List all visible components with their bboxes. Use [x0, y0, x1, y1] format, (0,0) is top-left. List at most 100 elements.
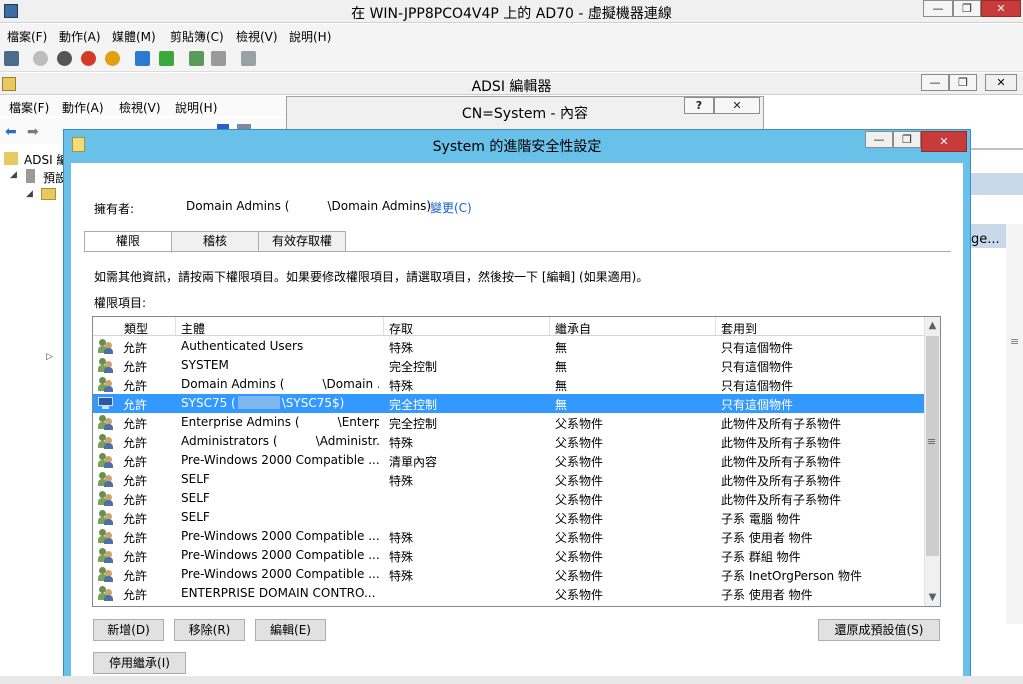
expand-arrow-icon[interactable]: ◢ — [26, 189, 33, 199]
resume-icon[interactable] — [159, 51, 174, 66]
cell-inherited: 父系物件 — [555, 569, 604, 583]
revert-icon[interactable] — [211, 51, 226, 66]
dialog-minimize-button[interactable]: — — [865, 131, 893, 148]
enhanced-session-icon[interactable] — [241, 51, 256, 66]
instructions-text: 如需其他資訊，請按兩下權限項目。如果要修改權限項目，請選取項目，然後按一下 [編… — [94, 270, 649, 284]
table-row[interactable]: 允許 Enterprise Admins ( \Enterp... 完全控制 父… — [93, 413, 924, 432]
vm-menu-help[interactable]: 說明(H) — [289, 28, 331, 45]
cell-applies-to: 只有這個物件 — [721, 360, 794, 374]
cell-access: 特殊 — [389, 550, 414, 564]
list-item[interactable] — [971, 173, 1023, 195]
cell-type: 允許 — [123, 379, 148, 393]
tab-auditing[interactable]: 稽核 — [171, 231, 259, 252]
column-header-access[interactable]: 存取 — [389, 320, 413, 337]
permission-entries-list[interactable]: 類型 主體 存取 繼承自 套用到 允許 Authenticated Users … — [92, 316, 941, 607]
adsi-menu-view[interactable]: 檢視(V) — [119, 99, 161, 116]
cell-principal: SYSTEM — [181, 358, 229, 372]
table-row[interactable]: 允許 Pre-Windows 2000 Compatible ... 特殊 父系… — [93, 546, 924, 565]
collapsed-arrow-icon[interactable]: ▷ — [46, 352, 53, 362]
table-row[interactable]: 允許 Domain Admins ( \Domain ... 特殊 無 只有這個… — [93, 375, 924, 394]
cell-type: 允許 — [123, 493, 148, 507]
vm-menu-media[interactable]: 媒體(M) — [112, 28, 156, 45]
table-row-selected[interactable]: 允許 SYSC75 (\SYSC75$) 完全控制 無 只有這個物件 — [93, 394, 924, 413]
vm-close-button[interactable]: ✕ — [981, 0, 1021, 17]
table-row[interactable]: 允許 Pre-Windows 2000 Compatible ... 清單內容 … — [93, 451, 924, 470]
adsi-maximize-button[interactable]: ❐ — [949, 74, 977, 91]
cell-access: 特殊 — [389, 531, 414, 545]
tab-effective-access[interactable]: 有效存取權 — [258, 231, 346, 252]
user-group-icon — [98, 491, 114, 506]
owner-value: Domain Admins ( \Domain Admins) — [186, 199, 432, 213]
cell-applies-to: 子系 InetOrgPerson 物件 — [721, 569, 862, 583]
pause-icon[interactable] — [135, 51, 150, 66]
cell-principal: ENTERPRISE DOMAIN CONTRO... — [181, 586, 376, 600]
cn-help-button[interactable]: ? — [684, 97, 714, 114]
back-arrow-icon[interactable]: ⬅ — [5, 124, 17, 140]
adsi-close-button[interactable]: ✕ — [985, 74, 1017, 91]
table-row[interactable]: 允許 Pre-Windows 2000 Compatible ... 特殊 父系… — [93, 565, 924, 584]
restore-defaults-button[interactable]: 還原成預設值(S) — [818, 619, 940, 641]
adsi-menu-help[interactable]: 說明(H) — [175, 99, 217, 116]
table-row[interactable]: 允許 SELF 父系物件 此物件及所有子系物件 — [93, 489, 924, 508]
checkpoint-icon[interactable] — [189, 51, 204, 66]
cell-principal: SELF — [181, 510, 210, 524]
vm-menu-bar: 檔案(F) 動作(A) 媒體(M) 剪貼簿(C) 檢視(V) 說明(H) — [0, 24, 1023, 46]
column-header-inherited[interactable]: 繼承自 — [555, 320, 591, 337]
cn-close-button[interactable]: ✕ — [714, 97, 760, 114]
cell-inherited: 父系物件 — [555, 588, 604, 602]
table-row[interactable]: 允許 SYSTEM 完全控制 無 只有這個物件 — [93, 356, 924, 375]
tab-permissions[interactable]: 權限 — [84, 231, 172, 253]
adsi-tree-root[interactable]: ADSI 編 — [24, 151, 68, 168]
cell-access: 特殊 — [389, 474, 414, 488]
dialog-close-button[interactable]: ✕ — [921, 131, 967, 152]
cell-type: 允許 — [123, 569, 148, 583]
add-button[interactable]: 新增(D) — [93, 619, 164, 641]
forward-arrow-icon[interactable]: ➡ — [27, 124, 39, 140]
user-group-icon — [98, 415, 114, 430]
adsi-tree-pane: ADSI 編 ◢ 預設 ◢ ▷ — [0, 146, 68, 676]
cell-principal: Pre-Windows 2000 Compatible ... — [181, 548, 379, 562]
shutdown-icon[interactable] — [81, 51, 96, 66]
cell-applies-to: 只有這個物件 — [721, 398, 794, 412]
adsi-minimize-button[interactable]: — — [921, 74, 949, 91]
cell-inherited: 無 — [555, 341, 568, 355]
scroll-down-arrow-icon[interactable]: ▼ — [924, 589, 940, 606]
scroll-up-arrow-icon[interactable]: ▲ — [924, 317, 940, 334]
table-row[interactable]: 允許 Pre-Windows 2000 Compatible ... 特殊 父系… — [93, 527, 924, 546]
adsi-scrollbar[interactable] — [1006, 224, 1023, 624]
column-header-principal[interactable]: 主體 — [181, 320, 205, 337]
adsi-menu-action[interactable]: 動作(A) — [62, 99, 104, 116]
principal-suffix: \SYSC75$) — [281, 396, 345, 410]
edit-button[interactable]: 編輯(E) — [255, 619, 326, 641]
table-row[interactable]: 允許 SELF 特殊 父系物件 此物件及所有子系物件 — [93, 470, 924, 489]
cell-applies-to: 此物件及所有子系物件 — [721, 417, 842, 431]
vm-menu-action[interactable]: 動作(A) — [59, 28, 101, 45]
remove-button[interactable]: 移除(R) — [174, 619, 245, 641]
table-row[interactable]: 允許 ENTERPRISE DOMAIN CONTRO... 父系物件 子系 使… — [93, 584, 924, 603]
save-state-icon[interactable] — [105, 51, 120, 66]
table-row[interactable]: 允許 SELF 父系物件 子系 電腦 物件 — [93, 508, 924, 527]
column-header-applies-to[interactable]: 套用到 — [721, 320, 757, 337]
cell-applies-to: 子系 使用者 物件 — [721, 531, 813, 545]
cell-applies-to: 只有這個物件 — [721, 379, 794, 393]
vm-menu-file[interactable]: 檔案(F) — [7, 28, 47, 45]
vm-menu-clipboard[interactable]: 剪貼簿(C) — [170, 28, 224, 45]
vm-minimize-button[interactable]: — — [923, 0, 953, 17]
vm-maximize-button[interactable]: ❐ — [953, 0, 981, 17]
permission-entries-label: 權限項目: — [94, 296, 147, 310]
cell-type: 允許 — [123, 588, 148, 602]
change-owner-link[interactable]: 變更(C) — [430, 199, 472, 216]
cell-principal: Pre-Windows 2000 Compatible ... — [181, 567, 379, 581]
table-row[interactable]: 允許 Administrators ( \Administr... 特殊 父系物… — [93, 432, 924, 451]
column-header-type[interactable]: 類型 — [124, 320, 148, 337]
vm-menu-view[interactable]: 檢視(V) — [236, 28, 278, 45]
adsi-menu-file[interactable]: 檔案(F) — [9, 99, 49, 116]
ctrl-alt-del-icon[interactable] — [4, 51, 19, 66]
table-row[interactable]: 允許 Authenticated Users 特殊 無 只有這個物件 — [93, 337, 924, 356]
start-icon[interactable] — [33, 51, 48, 66]
turn-off-icon[interactable] — [57, 51, 72, 66]
disable-inheritance-button[interactable]: 停用繼承(I) — [93, 652, 186, 674]
expand-arrow-icon[interactable]: ◢ — [10, 170, 17, 180]
user-group-icon — [98, 339, 114, 354]
dialog-maximize-button[interactable]: ❐ — [893, 131, 921, 148]
